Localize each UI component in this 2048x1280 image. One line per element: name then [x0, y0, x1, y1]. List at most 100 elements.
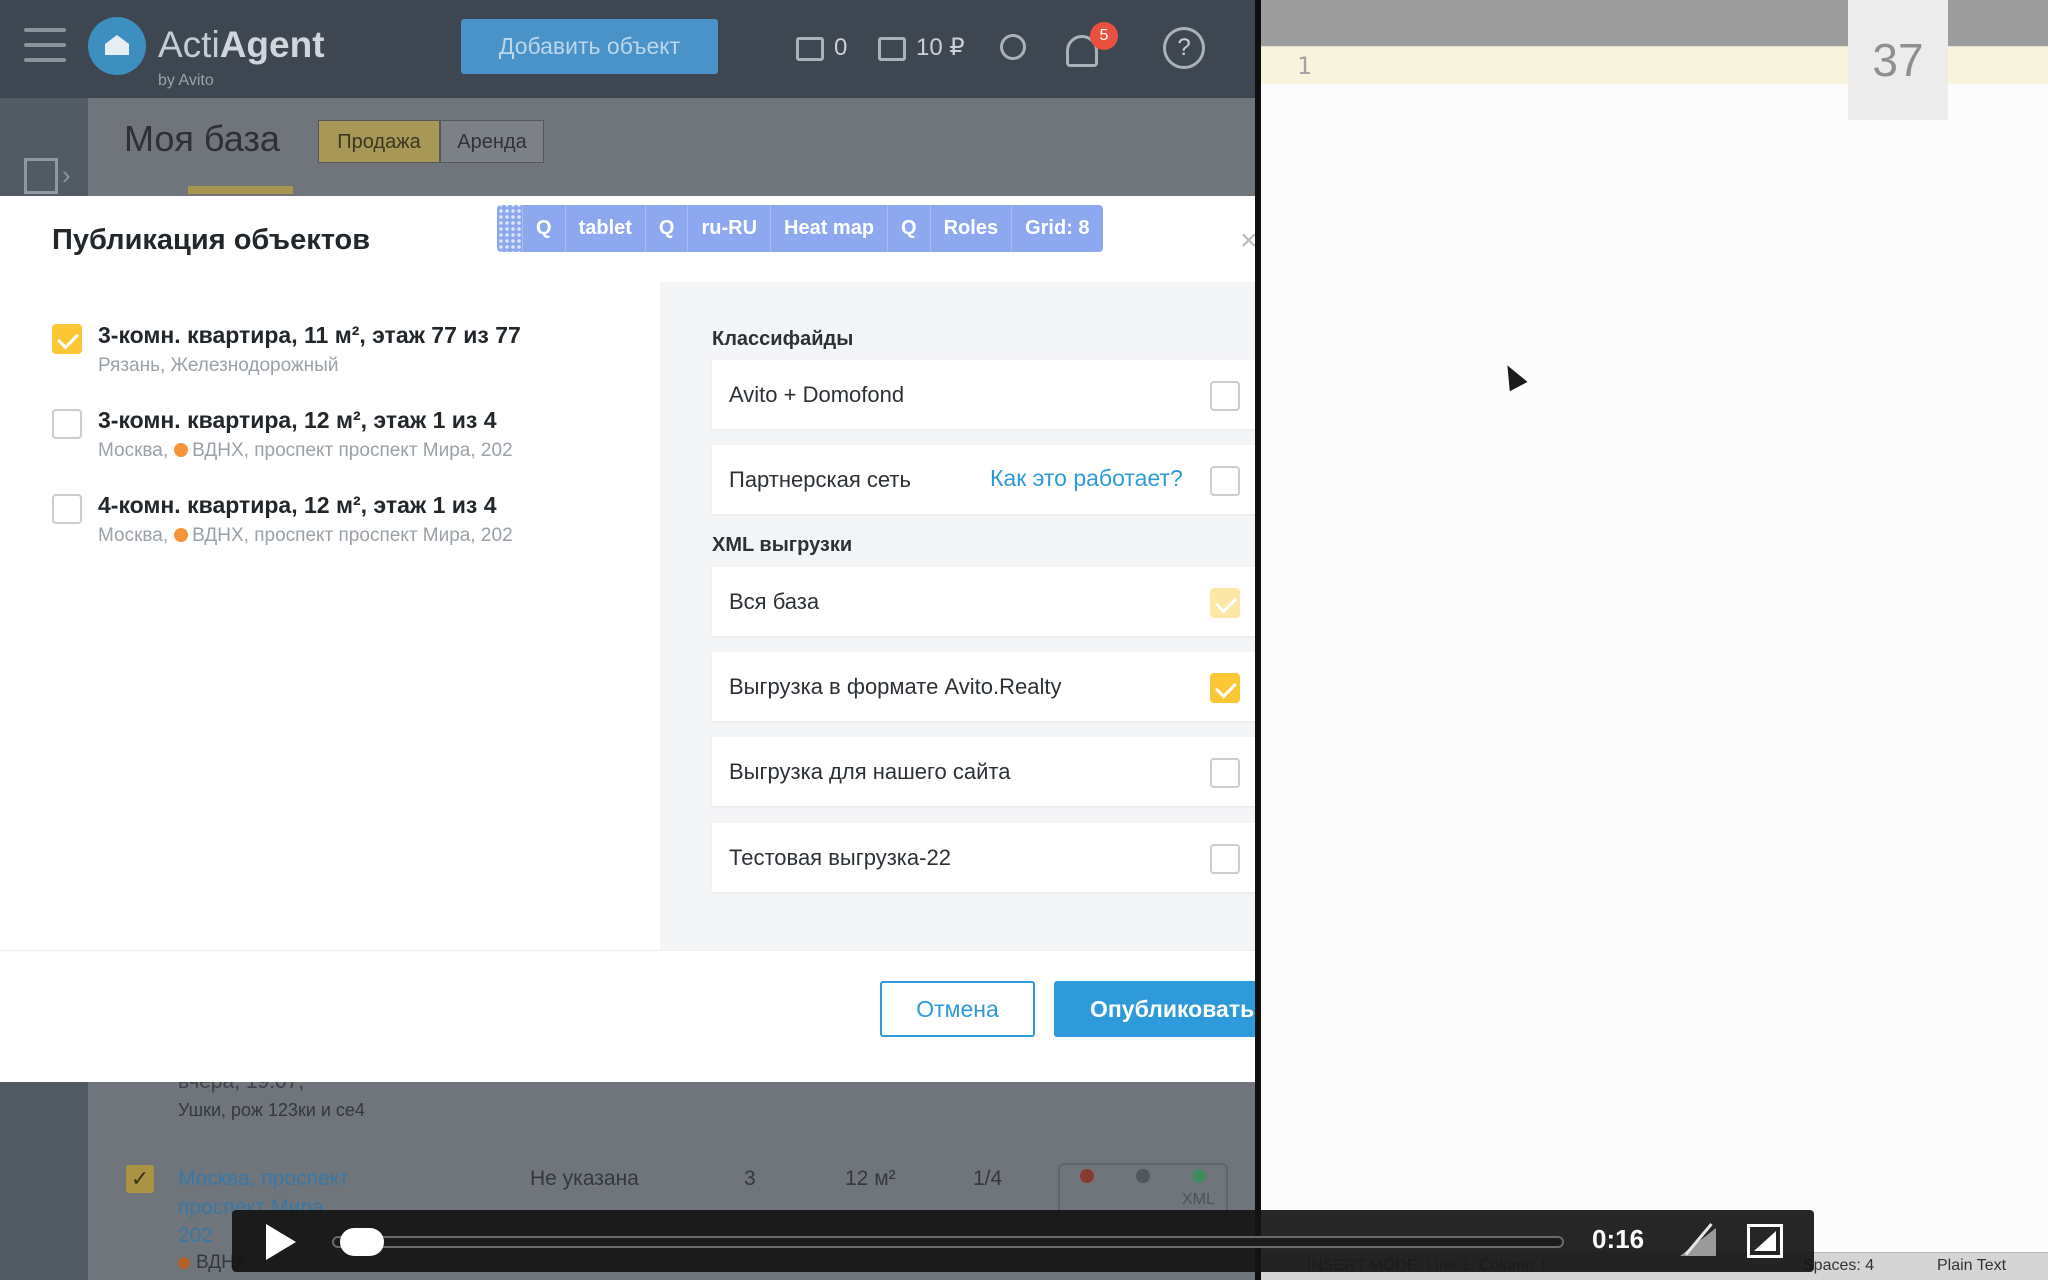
tab-rent[interactable]: Аренда — [440, 120, 544, 163]
row-checkbox[interactable]: ✓ — [126, 1165, 154, 1193]
row-price: Не указана — [530, 1167, 639, 1190]
building-icon — [796, 36, 824, 61]
chevron-right-icon[interactable]: › — [62, 160, 71, 191]
partner-status-icon — [1136, 1169, 1150, 1183]
object-city: Москва, — [98, 440, 169, 461]
help-icon[interactable]: ? — [1163, 27, 1205, 69]
close-icon[interactable]: × — [1240, 224, 1255, 258]
xml-our-site[interactable]: Выгрузка для нашего сайта — [712, 737, 1255, 806]
objects-list: 3-комн. квартира, 11 м², этаж 77 из 77 Р… — [0, 282, 660, 950]
debug-grid[interactable]: Grid: 8 — [1012, 205, 1102, 252]
option-label: Avito + Domofond — [729, 382, 905, 407]
row-rooms: 3 — [744, 1167, 756, 1190]
option-label: Вся база — [729, 589, 820, 614]
object-location: Москва, ВДНХ, проспект проспект Мира, 202 — [98, 440, 513, 462]
zoom-icon[interactable]: Q — [523, 205, 566, 252]
cancel-button[interactable]: Отмена — [880, 981, 1035, 1037]
object-title: 3-комн. квартира, 12 м², этаж 1 из 4 — [98, 407, 497, 433]
wallet-amount: 10 ₽ — [916, 34, 965, 61]
row-comment: Ушки, рож 123ки и се4 — [178, 1100, 365, 1120]
chevron-down-icon[interactable] — [1000, 34, 1026, 60]
xml-status-icon — [1192, 1169, 1206, 1183]
xml-heading: XML выгрузки — [712, 534, 853, 556]
xml-test-export[interactable]: Тестовая выгрузка-22 — [712, 823, 1255, 892]
logo-agent: Agent — [219, 24, 325, 65]
logo-acti: Acti — [158, 24, 220, 65]
debug-toolbar: Q tablet Q ru-RU Heat map Q Roles Grid: … — [497, 205, 1103, 252]
volume-muted-icon[interactable] — [1680, 1224, 1720, 1258]
metro-dot-icon — [174, 528, 189, 542]
object-title: 3-комн. квартира, 11 м², этаж 77 из 77 — [98, 322, 521, 348]
actiagent-app: ActiAgent by Avito Добавить объект 0 10 … — [0, 0, 1255, 1280]
how-it-works-link[interactable]: Как это работает? — [990, 465, 1183, 492]
fullscreen-icon[interactable] — [1747, 1224, 1783, 1258]
drag-handle-icon[interactable] — [497, 205, 523, 252]
object-checkbox[interactable] — [52, 324, 82, 354]
classifieds-heading: Классифайды — [712, 328, 854, 350]
row-floor: 1/4 — [973, 1167, 1003, 1190]
object-address: проспект проспект Мира, 202 — [254, 525, 513, 546]
modal-footer: Отмена Опубликовать — [0, 950, 1255, 1082]
debug-locale[interactable]: ru-RU — [688, 205, 772, 252]
current-time: 0:16 — [1592, 1224, 1645, 1254]
objects-counter[interactable]: 0 — [796, 32, 847, 64]
option-checkbox[interactable] — [1210, 673, 1240, 703]
slide-number: 37 — [1848, 0, 1948, 120]
debug-heatmap[interactable]: Heat map — [771, 205, 889, 252]
zoom-icon[interactable]: Q — [646, 205, 689, 252]
tab-sale[interactable]: Продажа — [318, 120, 440, 163]
publish-objects-modal: Публикация объектов × 3-комн. квартира, … — [0, 196, 1255, 1082]
classified-partner-network[interactable]: Партнерская сеть Как это работает? — [712, 445, 1255, 514]
option-checkbox[interactable] — [1210, 466, 1240, 496]
option-checkbox[interactable] — [1210, 758, 1240, 788]
row-area: 12 м² — [845, 1167, 896, 1190]
row-address-line1[interactable]: Москва, проспект — [178, 1167, 349, 1191]
object-checkbox[interactable] — [52, 409, 82, 439]
active-tab-indicator — [188, 186, 293, 194]
debug-device[interactable]: tablet — [566, 205, 646, 252]
logo-subtitle: by Avito — [158, 72, 214, 89]
option-label: Выгрузка для нашего сайта — [729, 759, 1011, 784]
row-address-line3[interactable]: 202 — [178, 1224, 213, 1248]
logo-wordmark[interactable]: ActiAgent — [158, 24, 325, 66]
progress-track[interactable] — [332, 1236, 1564, 1248]
option-checkbox[interactable] — [1210, 844, 1240, 874]
option-checkbox[interactable] — [1210, 381, 1240, 411]
object-checkbox[interactable] — [52, 494, 82, 524]
object-city: Москва, — [98, 525, 169, 546]
zoom-icon[interactable]: Q — [888, 205, 931, 252]
menu-icon[interactable] — [24, 28, 66, 62]
home-logo-icon[interactable] — [88, 17, 146, 75]
notification-badge: 5 — [1090, 22, 1118, 50]
wallet-icon — [878, 36, 906, 61]
xml-avito-realty[interactable]: Выгрузка в формате Avito.Realty — [712, 652, 1255, 721]
xml-whole-base[interactable]: Вся база — [712, 567, 1255, 636]
option-checkbox[interactable] — [1210, 588, 1240, 618]
publish-button[interactable]: Опубликовать — [1054, 981, 1255, 1037]
list-panel-icon[interactable] — [24, 158, 58, 194]
object-location: Москва, ВДНХ, проспект проспект Мира, 202 — [98, 525, 513, 547]
object-title: 4-комн. квартира, 12 м², этаж 1 из 4 — [98, 492, 497, 518]
object-metro: ВДНХ, — [192, 440, 249, 461]
video-player-controls: 0:16 — [232, 1210, 1814, 1272]
status-syntax[interactable]: Plain Text — [1937, 1257, 2006, 1275]
object-address: проспект проспект Мира, 202 — [254, 440, 513, 461]
top-navigation-bar: ActiAgent by Avito Добавить объект 0 10 … — [0, 0, 1255, 98]
play-icon[interactable] — [266, 1224, 296, 1260]
object-location: Рязань, Железнодорожный — [98, 355, 339, 376]
debug-roles[interactable]: Roles — [931, 205, 1013, 252]
option-label: Тестовая выгрузка-22 — [729, 845, 951, 870]
wallet-balance[interactable]: 10 ₽ — [878, 32, 965, 64]
modal-title: Публикация объектов — [52, 224, 371, 256]
metro-dot-icon — [174, 443, 189, 457]
text-editor[interactable]: 1 37 — [1261, 0, 2048, 1280]
metro-dot-icon — [178, 1256, 190, 1269]
option-label: Партнерская сеть — [729, 467, 911, 492]
objects-count: 0 — [834, 34, 848, 61]
page-title: Моя база — [124, 118, 280, 159]
classified-avito-domofond[interactable]: Avito + Domofond — [712, 360, 1255, 429]
object-metro: ВДНХ, — [192, 525, 249, 546]
xml-label: XML — [1182, 1191, 1215, 1208]
progress-handle[interactable] — [340, 1228, 385, 1256]
add-object-button[interactable]: Добавить объект — [461, 19, 718, 74]
